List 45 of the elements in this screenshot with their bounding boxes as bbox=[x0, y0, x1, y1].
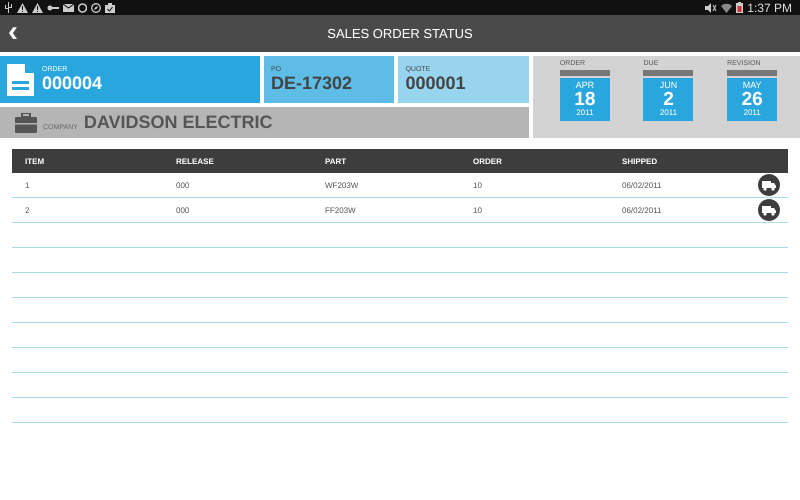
table-cell-text: 06/02/2011 bbox=[622, 180, 662, 190]
mute-icon bbox=[705, 2, 718, 12]
column-header: PART bbox=[325, 156, 348, 166]
date-day: 2 bbox=[663, 90, 674, 109]
page-title: SALES ORDER STATUS bbox=[327, 26, 473, 41]
table-cell-text: WF203W bbox=[325, 180, 360, 190]
truck-icon[interactable] bbox=[758, 199, 780, 221]
clock: 1:37 PM bbox=[747, 0, 792, 14]
mail-icon bbox=[63, 4, 74, 12]
date-month: JUN bbox=[660, 81, 678, 90]
po-number: DE-17302 bbox=[270, 72, 352, 94]
warning-icon bbox=[17, 2, 28, 12]
column-header: SHIPPED bbox=[622, 156, 658, 166]
warning-icon bbox=[32, 2, 43, 12]
quote-number: 000001 bbox=[405, 72, 466, 94]
table-cell-text: 1 bbox=[25, 180, 30, 190]
usb-icon bbox=[4, 2, 13, 13]
order-number: 000004 bbox=[42, 72, 102, 94]
wifi-icon bbox=[721, 2, 732, 12]
date-year: 2011 bbox=[744, 109, 761, 117]
key-icon bbox=[47, 4, 59, 12]
column-header: RELEASE bbox=[176, 156, 215, 166]
date-month: APR bbox=[576, 81, 594, 90]
compass-icon bbox=[91, 2, 101, 12]
date-year: 2011 bbox=[660, 109, 678, 117]
battery-icon bbox=[736, 2, 744, 13]
table-cell-text: 2 bbox=[25, 206, 30, 214]
back-button[interactable]: ‹ bbox=[4, 19, 22, 45]
date-month: MAY bbox=[742, 81, 762, 90]
company-name: DAVIDSON ELECTRIC bbox=[84, 112, 273, 133]
date-year: 2011 bbox=[576, 109, 594, 117]
column-header: ITEM bbox=[25, 156, 46, 166]
table-cell-text: 10 bbox=[473, 206, 483, 214]
table-cell-text: FF203W bbox=[325, 206, 357, 214]
table-cell-text: 000 bbox=[176, 206, 190, 214]
date-day: 26 bbox=[742, 90, 763, 109]
truck-icon[interactable] bbox=[758, 174, 780, 196]
document-icon bbox=[7, 64, 34, 96]
table-cell-text: 06/02/2011 bbox=[622, 206, 662, 214]
briefcase-icon bbox=[15, 112, 37, 132]
column-header: ORDER bbox=[473, 156, 503, 166]
clipboard-icon bbox=[105, 2, 115, 12]
table-cell-text: 000 bbox=[176, 180, 190, 190]
table-cell-text: 10 bbox=[473, 180, 483, 190]
date-day: 18 bbox=[574, 90, 596, 109]
